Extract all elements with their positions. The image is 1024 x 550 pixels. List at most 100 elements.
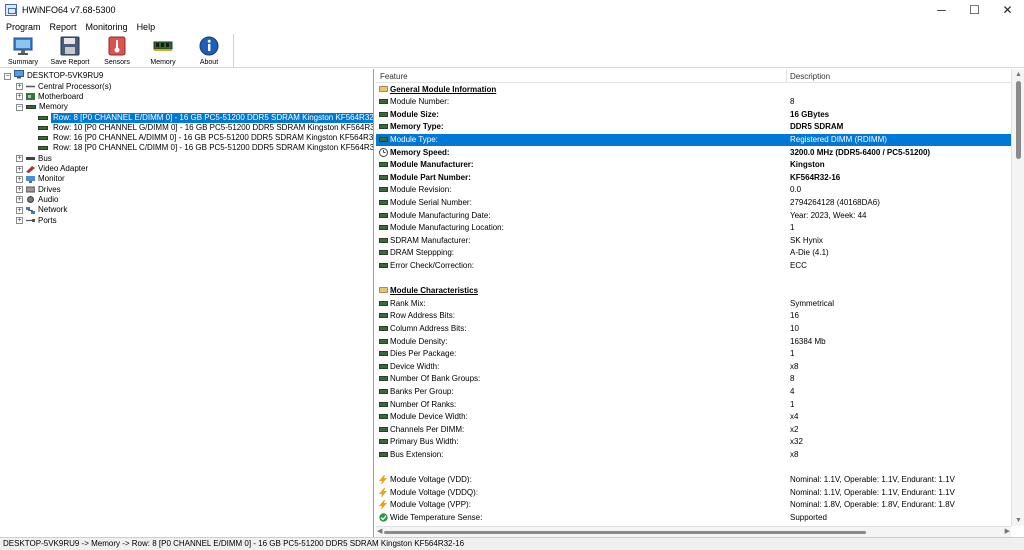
horizontal-scroll-thumb[interactable] [384,531,866,534]
memory-button[interactable]: Memory [140,33,186,68]
detail-row[interactable]: Rank Mix: Symmetrical [376,298,1011,311]
tree-item-video-adapter[interactable]: + Video Adapter [16,164,88,174]
section-header-row[interactable]: General Module Information [376,84,1011,97]
detail-row[interactable]: Module Revision: 0.0 [376,184,1011,197]
detail-row[interactable]: Error Check/Correction: ECC [376,260,1011,273]
expand-icon[interactable]: + [16,175,23,183]
menu-help[interactable]: Help [137,22,156,32]
column-divider[interactable] [786,69,787,83]
bus-icon [26,155,35,162]
tree-item-drives[interactable]: + Drives [16,185,61,195]
tree-item-memory-row[interactable]: Row: 16 [P0 CHANNEL A/DIMM 0] - 16 GB PC… [38,133,373,143]
summary-button[interactable]: Summary [0,33,46,68]
horizontal-scrollbar[interactable]: ◀ ▶ [376,526,1011,537]
folder-icon [379,85,388,92]
tree-item-ports[interactable]: + Ports [16,215,57,225]
detail-row[interactable]: Memory Type: DDR5 SDRAM [376,121,1011,134]
collapse-icon[interactable]: − [16,103,23,111]
detail-row[interactable]: Primary Bus Width: x32 [376,436,1011,449]
expand-icon[interactable]: + [16,155,23,163]
expand-icon[interactable]: + [16,186,23,194]
detail-row[interactable]: Bus Extension: x8 [376,449,1011,462]
feature-value: 3200.0 MHz (DDR5-6400 / PC5-51200) [790,147,931,157]
tree-item-bus[interactable]: + Bus [16,154,52,164]
scroll-left-icon[interactable]: ◀ [377,527,382,535]
tree-item-memory-row[interactable]: Row: 10 [P0 CHANNEL G/DIMM 0] - 16 GB PC… [38,123,373,133]
network-icon [26,206,35,214]
toolbar: Summary Save Report Sensors Memory About [0,33,1024,68]
detail-row[interactable]: Number Of Bank Groups: 8 [376,373,1011,386]
detail-row[interactable]: Module Type: Registered DIMM (RDIMM) [376,133,1011,147]
detail-row[interactable]: DRAM Steppping: A-Die (4.1) [376,247,1011,260]
close-button[interactable]: ✕ [991,0,1024,20]
menu-report[interactable]: Report [50,22,77,32]
feature-label: Module Part Number: [390,172,471,182]
detail-row[interactable]: Device Width: x8 [376,361,1011,374]
tree-item-network[interactable]: + Network [16,205,67,215]
tree-item-audio[interactable]: + Audio [16,195,58,205]
detail-row[interactable]: Column Address Bits: 10 [376,323,1011,336]
voltage-icon [379,487,389,498]
detail-row[interactable]: Module Voltage (VDD): Nominal: 1.1V, Oper… [376,474,1011,487]
detail-row[interactable]: Module Voltage (VDDQ): Nominal: 1.1V, Ope… [376,487,1011,500]
vertical-scroll-thumb[interactable] [1016,81,1021,159]
tree-item-motherboard[interactable]: + Motherboard [16,92,83,102]
check-icon [379,513,389,523]
detail-row[interactable]: Memory Speed: 3200.0 MHz (DDR5-6400 / PC5… [376,147,1011,160]
menu-monitoring[interactable]: Monitoring [86,22,128,32]
expand-icon[interactable]: + [16,83,23,91]
expand-icon[interactable]: + [16,165,23,173]
scroll-down-icon[interactable]: ▼ [1015,517,1022,524]
collapse-icon[interactable]: − [4,72,11,80]
detail-row[interactable]: Module Manufacturing Location: 1 [376,222,1011,235]
expand-icon[interactable]: + [16,93,23,101]
detail-row[interactable]: Dies Per Package: 1 [376,348,1011,361]
detail-row[interactable]: Module Size: 16 GBytes [376,109,1011,122]
detail-row[interactable]: Row Address Bits: 16 [376,310,1011,323]
detail-row[interactable]: Module Part Number: KF564R32-16 [376,172,1011,185]
tree-item-monitor[interactable]: + Monitor [16,174,65,184]
vertical-scrollbar[interactable]: ▲ ▼ [1011,69,1024,526]
menu-program[interactable]: Program [6,22,41,32]
tree-item-label: Motherboard [38,91,84,101]
tree-item-memory-row[interactable]: Row: 8 [P0 CHANNEL E/DIMM 0] - 16 GB PC5… [38,112,373,123]
save-report-label: Save Report [50,59,90,66]
feature-value: KF564R32-16 [790,172,841,182]
detail-row[interactable]: Module Manufacturing Date: Year: 2023, We… [376,210,1011,223]
maximize-button[interactable]: ☐ [958,0,991,20]
ram-module-icon [379,212,388,218]
expand-icon[interactable]: + [16,196,23,204]
detail-row[interactable]: Channels Per DIMM: x2 [376,424,1011,437]
save-report-button[interactable]: Save Report [46,33,94,68]
detail-row[interactable]: Banks Per Group: 4 [376,386,1011,399]
column-header-feature[interactable]: Feature [380,72,408,81]
column-header-description[interactable]: Description [790,72,830,81]
detail-row[interactable]: SDRAM Manufacturer: SK Hynix [376,235,1011,248]
detail-row[interactable]: Module Number: 8 [376,96,1011,109]
feature-value: Kingston [790,160,825,170]
about-button[interactable]: About [186,33,232,68]
detail-row[interactable]: Number Of Ranks: 1 [376,399,1011,412]
detail-row[interactable]: Module Serial Number: 2794264128 (40168DA… [376,197,1011,210]
feature-label: Banks Per Group: [390,386,454,396]
tree-item-memory[interactable]: − Memory [16,102,68,112]
expand-icon[interactable]: + [16,206,23,214]
minimize-button[interactable]: ─ [925,0,958,20]
tree-item-label: Monitor [38,174,65,184]
sensors-button[interactable]: Sensors [94,33,140,68]
status-bar: DESKTOP-5VK9RU9 -> Memory -> Row: 8 [P0 … [0,537,1024,550]
detail-row[interactable]: Wide Temperature Sense: Supported [376,512,1011,525]
tree-item-memory-row[interactable]: Row: 18 [P0 CHANNEL C/DIMM 0] - 16 GB PC… [38,143,373,153]
section-header-row[interactable]: Module Characteristics [376,285,1011,298]
ram-module-icon [379,325,388,331]
tree-root[interactable]: − DESKTOP-5VK9RU9 [4,70,103,81]
detail-row[interactable]: Module Voltage (VPP): Nominal: 1.8V, Oper… [376,499,1011,512]
detail-row[interactable]: Module Density: 16384 Mb [376,336,1011,349]
scroll-right-icon[interactable]: ▶ [1005,527,1010,535]
scroll-up-icon[interactable]: ▲ [1015,71,1022,78]
ram-module-icon [379,451,388,457]
detail-row[interactable]: Module Manufacturer: Kingston [376,159,1011,172]
expand-icon[interactable]: + [16,217,23,225]
tree-item-central-processors[interactable]: + Central Processor(s) [16,82,111,92]
detail-row[interactable]: Module Device Width: x4 [376,411,1011,424]
